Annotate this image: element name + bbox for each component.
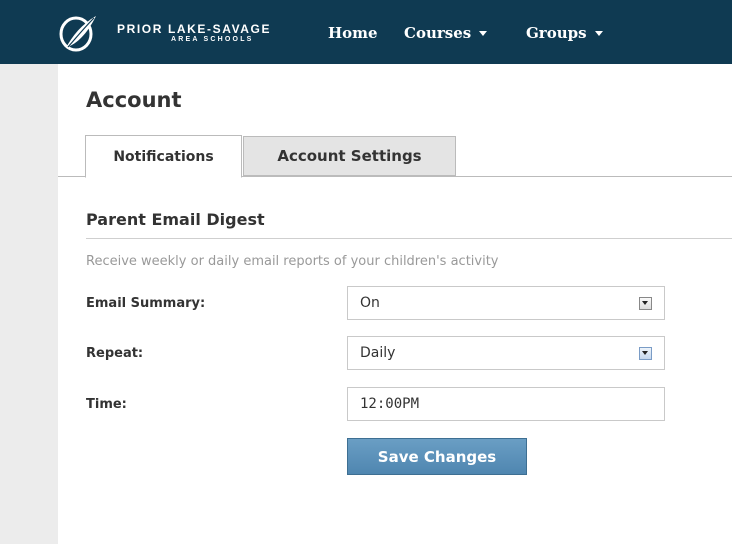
nav-home-link[interactable]: Home xyxy=(328,24,378,42)
nav-courses-label: Courses xyxy=(404,24,472,42)
email-summary-select[interactable]: On xyxy=(347,286,665,320)
chevron-down-icon xyxy=(479,30,488,36)
time-label: Time: xyxy=(86,397,127,412)
leaf-logo-icon[interactable] xyxy=(56,14,100,52)
section-divider xyxy=(86,238,732,239)
page-title: Account xyxy=(86,88,182,112)
email-summary-label: Email Summary: xyxy=(86,296,206,311)
dropdown-arrow-icon xyxy=(639,347,652,360)
tab-account-settings[interactable]: Account Settings xyxy=(243,136,456,176)
nav-home-label: Home xyxy=(328,24,378,42)
account-content-panel: Account Notifications Account Settings P… xyxy=(58,64,732,544)
repeat-select[interactable]: Daily xyxy=(347,336,665,370)
section-heading: Parent Email Digest xyxy=(86,210,265,229)
left-sidebar-strip xyxy=(0,64,58,544)
tab-account-settings-label: Account Settings xyxy=(277,147,422,165)
time-input[interactable] xyxy=(347,387,665,421)
save-changes-button[interactable]: Save Changes xyxy=(347,438,527,475)
nav-groups-menu[interactable]: Groups xyxy=(526,24,603,42)
nav-courses-menu[interactable]: Courses xyxy=(404,24,488,42)
logo-school-subtitle[interactable]: AREA SCHOOLS xyxy=(171,36,254,43)
chevron-down-icon xyxy=(594,30,603,36)
logo-school-name[interactable]: PRIOR LAKE-SAVAGE xyxy=(117,22,271,36)
repeat-value: Daily xyxy=(360,345,396,361)
email-summary-value: On xyxy=(360,295,380,311)
tab-notifications[interactable]: Notifications xyxy=(85,135,242,178)
section-description: Receive weekly or daily email reports of… xyxy=(86,254,499,269)
repeat-label: Repeat: xyxy=(86,346,144,361)
tab-notifications-label: Notifications xyxy=(113,148,214,165)
nav-groups-label: Groups xyxy=(526,24,587,42)
top-navigation-bar: PRIOR LAKE-SAVAGE AREA SCHOOLS Home Cour… xyxy=(0,0,732,64)
dropdown-arrow-icon xyxy=(639,297,652,310)
